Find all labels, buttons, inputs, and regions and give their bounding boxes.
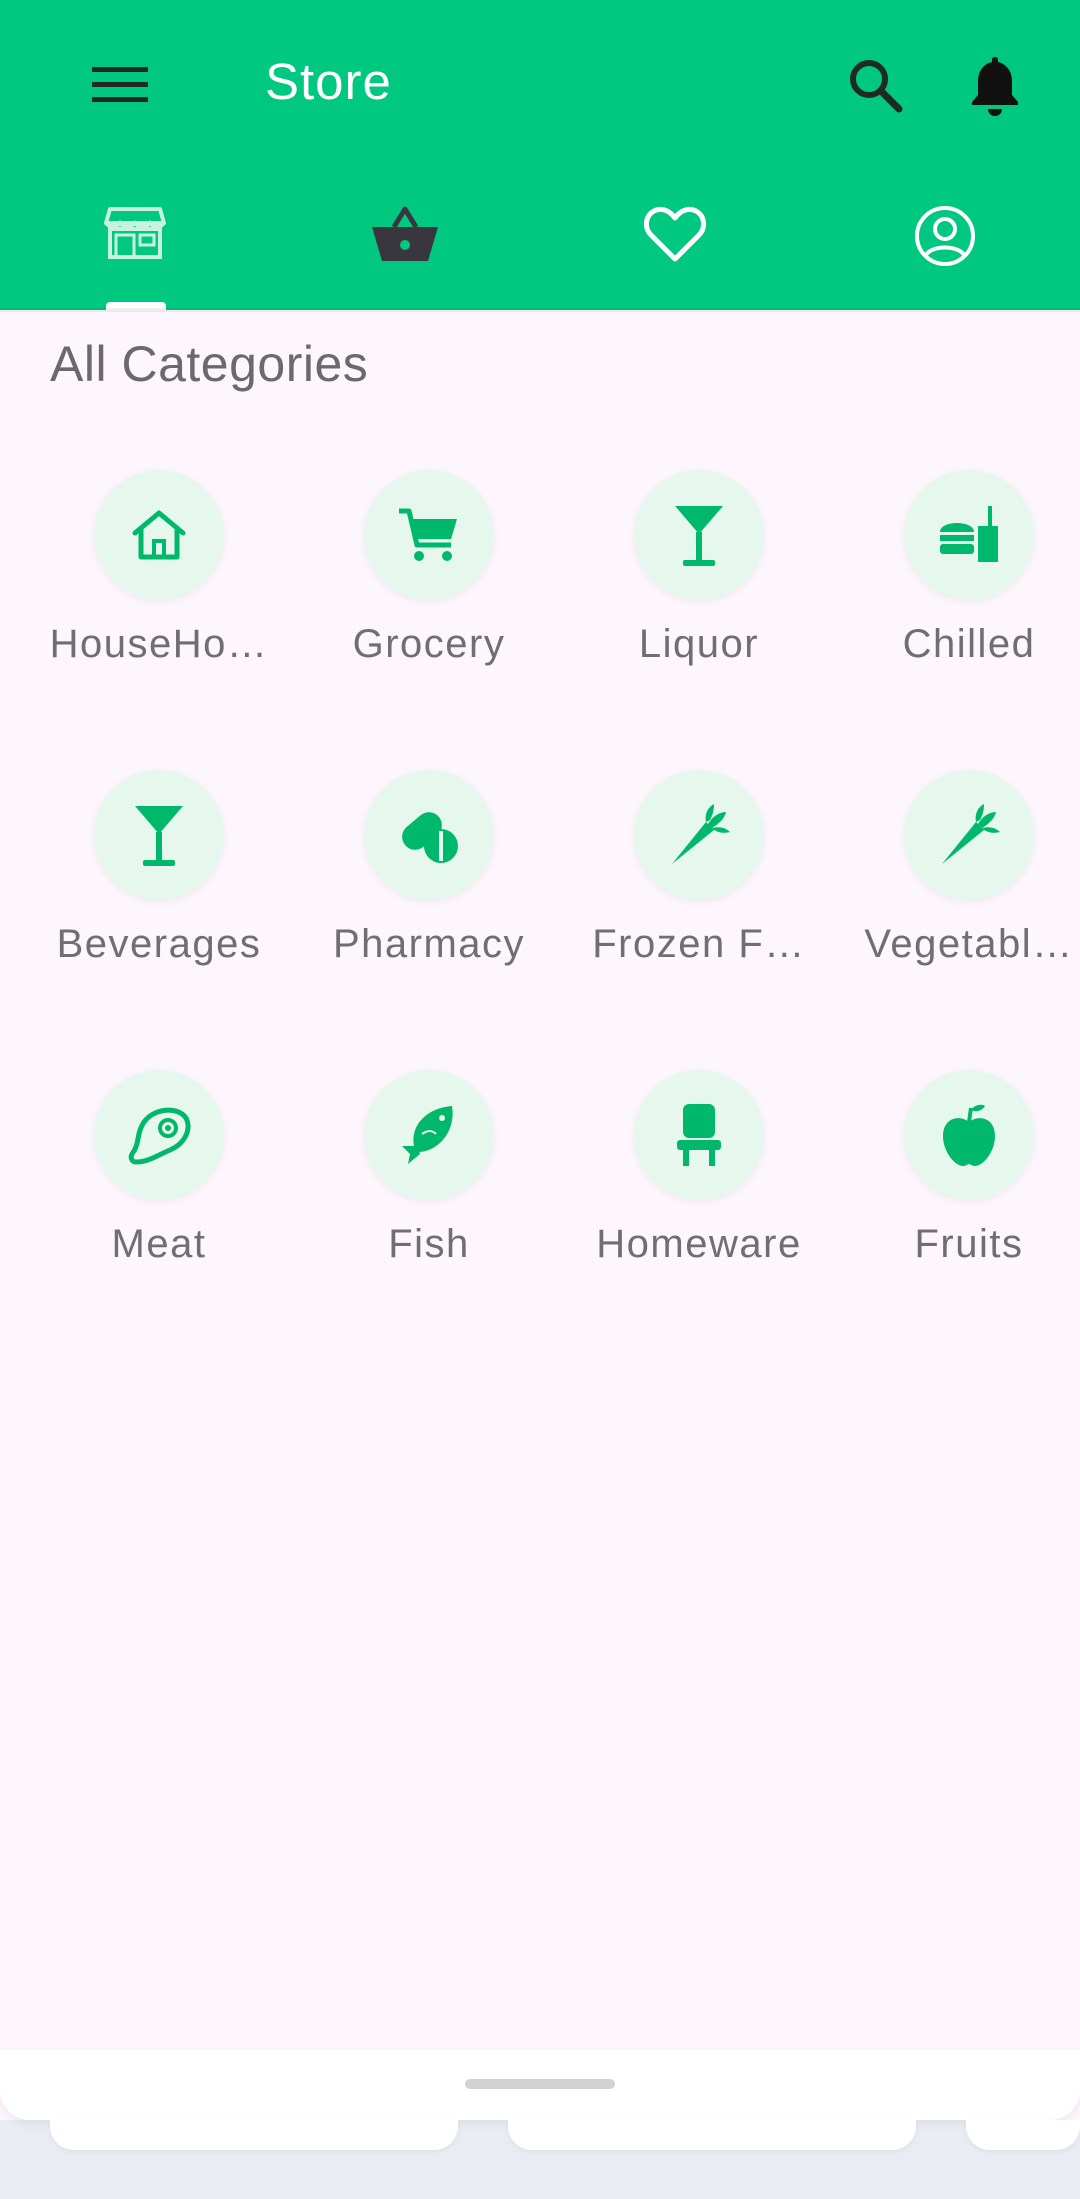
tab-bar bbox=[0, 185, 1080, 310]
category-label: Beverages bbox=[56, 922, 262, 966]
tab-store[interactable] bbox=[0, 185, 270, 310]
menu-button[interactable] bbox=[80, 45, 160, 125]
chair-icon bbox=[677, 1104, 721, 1166]
section-title: All Categories bbox=[50, 336, 369, 392]
peek-card bbox=[50, 2120, 458, 2150]
tab-favorites[interactable] bbox=[540, 185, 810, 310]
category-icon-circle bbox=[364, 470, 494, 600]
category-icon-circle bbox=[634, 1070, 764, 1200]
category-icon-circle bbox=[94, 1070, 224, 1200]
category-liquor[interactable]: Liquor bbox=[564, 470, 834, 730]
category-icon-circle bbox=[634, 470, 764, 600]
category-meat[interactable]: Meat bbox=[24, 1070, 294, 1330]
search-icon bbox=[850, 60, 903, 113]
category-icon-circle bbox=[364, 770, 494, 900]
carrot-icon bbox=[672, 804, 730, 864]
category-icon-circle bbox=[904, 470, 1034, 600]
tab-account[interactable] bbox=[810, 185, 1080, 310]
basket-icon bbox=[372, 206, 438, 261]
bottom-sheet[interactable] bbox=[0, 2050, 1080, 2120]
app-bar: Store bbox=[0, 0, 1080, 310]
page-title: Store bbox=[265, 53, 392, 110]
sheet-drag-handle[interactable] bbox=[465, 2079, 615, 2089]
category-label: Chilled bbox=[902, 622, 1036, 666]
category-icon-circle bbox=[94, 470, 224, 600]
heart-icon bbox=[644, 206, 706, 262]
peek-card bbox=[508, 2120, 916, 2150]
app-bar-divider bbox=[0, 308, 1080, 312]
category-label: Meat bbox=[111, 1222, 207, 1266]
cocktail-icon bbox=[675, 506, 723, 566]
category-fish[interactable]: Fish bbox=[294, 1070, 564, 1330]
burger-drink-icon bbox=[940, 506, 998, 562]
category-label: Homeware bbox=[596, 1222, 802, 1266]
fish-icon bbox=[402, 1106, 453, 1164]
category-icon-circle bbox=[634, 770, 764, 900]
apple-icon bbox=[943, 1104, 995, 1166]
search-button[interactable] bbox=[835, 45, 915, 125]
category-household[interactable]: HouseHo… bbox=[24, 470, 294, 730]
carrot-icon bbox=[942, 804, 1000, 864]
steak-icon bbox=[128, 1107, 191, 1165]
category-icon-circle bbox=[904, 1070, 1034, 1200]
pills-icon bbox=[402, 812, 458, 863]
category-beverages[interactable]: Beverages bbox=[24, 770, 294, 1030]
category-label: Pharmacy bbox=[332, 922, 526, 966]
category-label: Grocery bbox=[352, 622, 506, 666]
category-grocery[interactable]: Grocery bbox=[294, 470, 564, 730]
app-screen: Store All Categories HouseHo… Grocery Li… bbox=[0, 0, 1080, 2120]
category-label: Vegetabl… bbox=[864, 922, 1074, 966]
category-frozen-food[interactable]: Frozen F… bbox=[564, 770, 834, 1030]
tab-basket[interactable] bbox=[270, 185, 540, 310]
category-label: Fruits bbox=[914, 1222, 1024, 1266]
notifications-button[interactable] bbox=[955, 45, 1035, 125]
account-circle-icon bbox=[915, 206, 975, 266]
storefront-icon bbox=[104, 207, 166, 259]
house-icon bbox=[132, 510, 186, 560]
category-vegetables[interactable]: Vegetabl… bbox=[834, 770, 1080, 1030]
category-homeware[interactable]: Homeware bbox=[564, 1070, 834, 1330]
category-icon-circle bbox=[364, 1070, 494, 1200]
hamburger-menu-icon bbox=[92, 67, 148, 102]
cocktail-icon bbox=[135, 806, 183, 866]
category-label: HouseHo… bbox=[49, 622, 269, 666]
category-label: Liquor bbox=[638, 622, 760, 666]
category-label: Frozen F… bbox=[592, 922, 806, 966]
category-label: Fish bbox=[388, 1222, 470, 1266]
cart-icon bbox=[399, 508, 457, 561]
category-pharmacy[interactable]: Pharmacy bbox=[294, 770, 564, 1030]
category-fruits[interactable]: Fruits bbox=[834, 1070, 1080, 1330]
peek-card bbox=[966, 2120, 1080, 2150]
category-icon-circle bbox=[904, 770, 1034, 900]
bell-icon bbox=[972, 57, 1018, 116]
category-icon-circle bbox=[94, 770, 224, 900]
category-chilled[interactable]: Chilled bbox=[834, 470, 1080, 730]
